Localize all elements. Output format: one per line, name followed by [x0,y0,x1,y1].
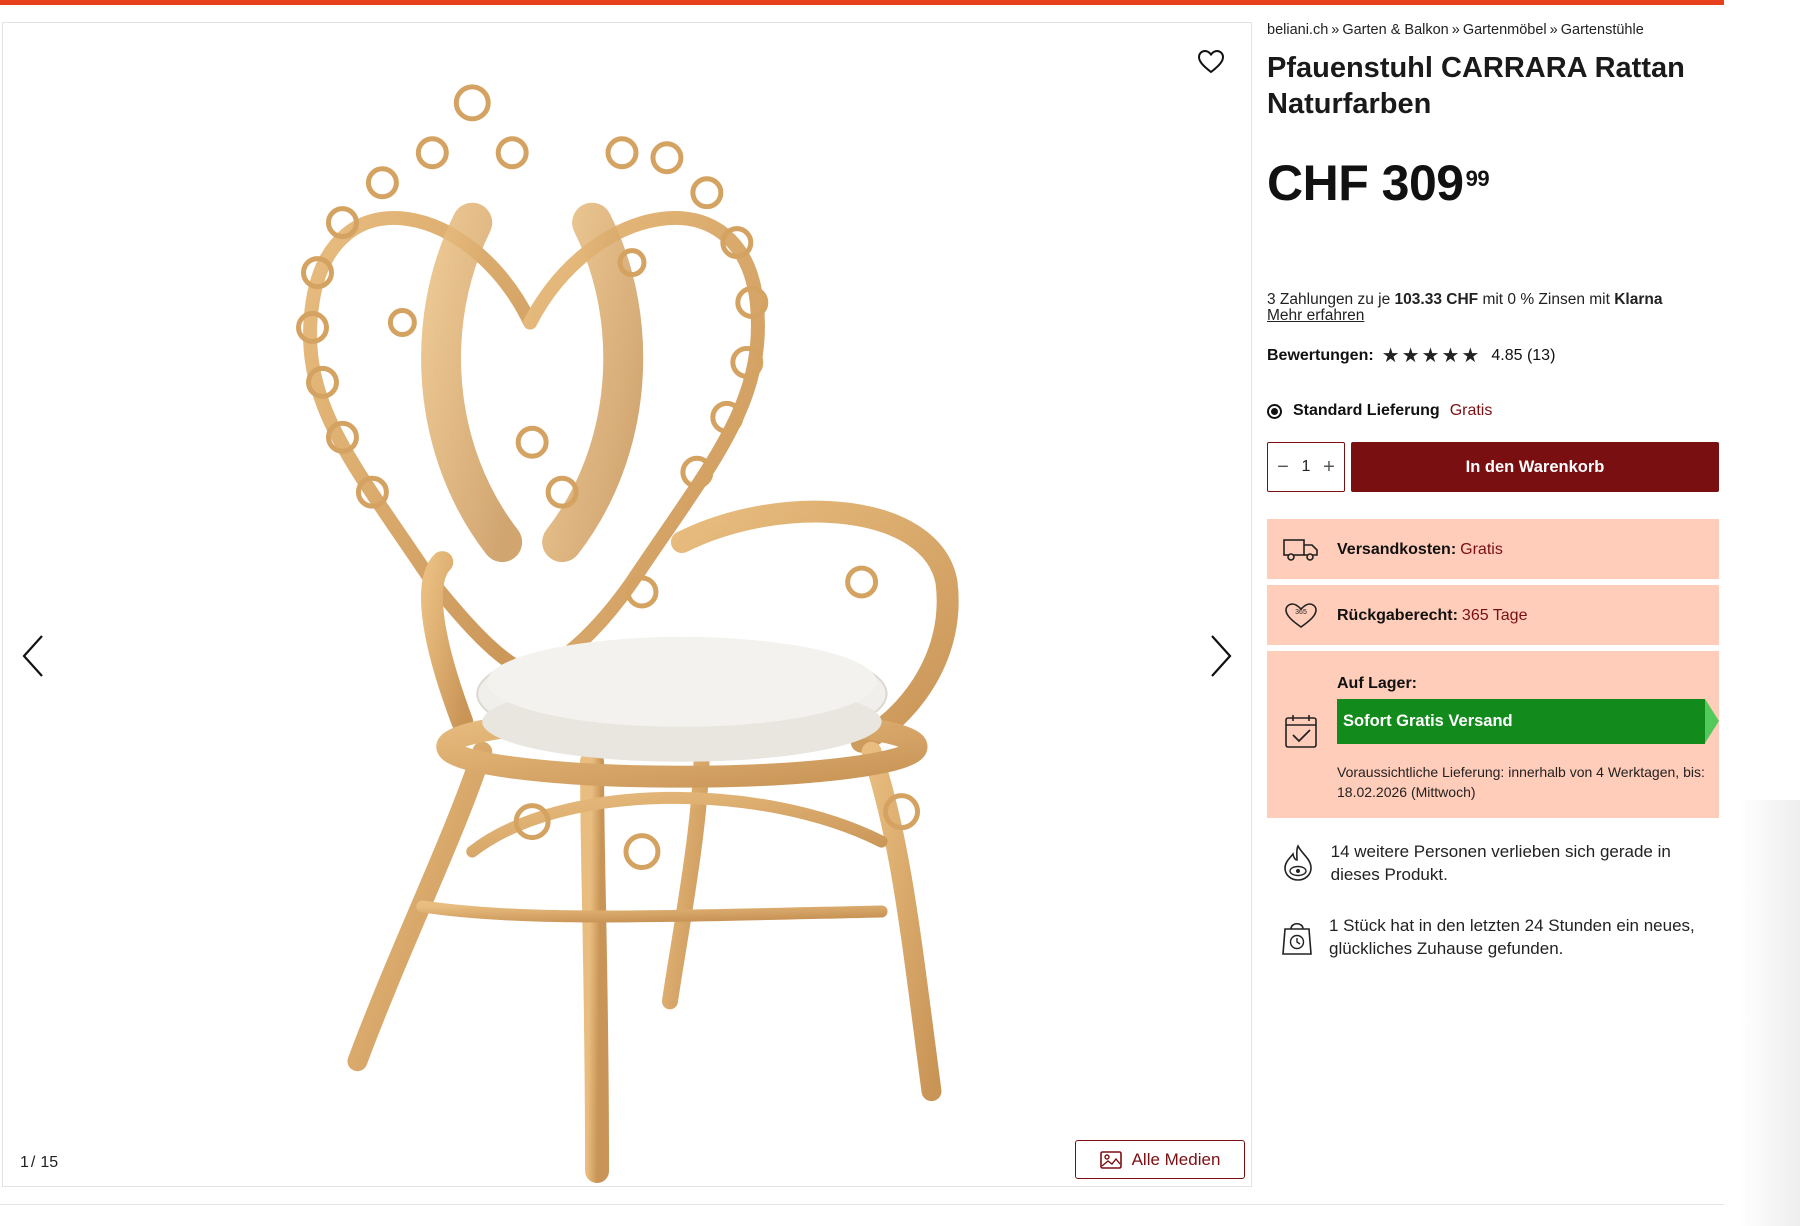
truck-icon [1281,537,1321,563]
klarna-learn-more-link[interactable]: Mehr erfahren [1267,308,1719,324]
quantity-input[interactable] [1294,458,1318,476]
social-proof-love: 14 weitere Personen verlieben sich gerad… [1267,840,1719,886]
breadcrumb-item-home[interactable]: beliani.ch [1267,22,1328,38]
buy-row: − + In den Warenkorb [1267,442,1719,492]
top-accent-bar [0,0,1724,5]
shopping-bag-clock-icon [1281,918,1313,956]
klarna-prefix: 3 Zahlungen zu je [1267,291,1391,308]
calendar-check-icon [1281,713,1321,749]
rating-stars: ★ ★ ★ ★ ★ [1382,346,1480,366]
wishlist-heart-button[interactable] [1193,45,1229,79]
star-icon: ★ [1441,345,1460,367]
rating-label: Bewertungen: [1267,347,1374,364]
all-media-button[interactable]: Alle Medien [1075,1140,1245,1179]
klarna-brand: Klarna [1614,291,1663,308]
quantity-decrease-button[interactable]: − [1274,456,1292,479]
price-main: CHF 309 [1267,155,1464,211]
product-info-panel: beliani.ch» Garten & Balkon» Gartenmöbel» G… [1267,22,1719,960]
klarna-amount: 103.33 CHF [1394,291,1479,308]
chevron-left-icon [22,635,43,677]
breadcrumb-separator: » [1451,22,1460,38]
edge-shadow [1740,800,1800,1226]
klarna-installments: 3 Zahlungen zu je 103.33 CHF mit 0 % Zin… [1267,292,1719,324]
quantity-increase-button[interactable]: + [1320,456,1338,479]
stock-banner: Sofort Gratis Versand [1337,699,1719,744]
product-image [296,84,959,1184]
gallery-counter-separator: / [30,1154,36,1171]
gallery-counter: 1/15 [20,1154,58,1172]
delivery-option[interactable]: Standard Lieferung Gratis [1267,402,1719,420]
star-icon: ★ [1421,345,1440,367]
all-media-label: Alle Medien [1131,1149,1221,1169]
product-price: CHF 30999 [1267,156,1719,210]
return-heart-icon: 365 [1281,602,1321,630]
add-to-cart-button[interactable]: In den Warenkorb [1351,442,1719,492]
gallery-current-index: 1 [20,1154,29,1171]
stock-label: Auf Lager: [1337,675,1417,692]
social-sold-text: 1 Stück hat in den letzten 24 Stunden ei… [1329,916,1695,958]
breadcrumb-item-furniture[interactable]: Gartenmöbel [1463,22,1547,38]
quantity-stepper[interactable]: − + [1267,442,1345,492]
klarna-middle: mit 0 % Zinsen mit [1482,291,1610,308]
flame-eye-icon [1281,844,1315,882]
stock-info-box: Auf Lager: Sofort Gratis Versand Vorauss… [1267,651,1719,818]
shipping-value: Gratis [1460,540,1503,558]
star-icon: ★ [1381,345,1400,367]
shipping-info-box: Versandkosten: Gratis [1267,519,1719,579]
image-icon [1099,1150,1122,1169]
gallery-next-button[interactable] [1201,628,1241,684]
delivery-option-price: Gratis [1449,402,1493,419]
return-label: Rückgaberecht: [1337,606,1458,624]
delivery-option-name: Standard Lieferung [1293,402,1440,419]
gallery-total-count: 15 [40,1154,59,1171]
gallery-prev-button[interactable] [13,628,53,684]
heart-icon [1198,50,1224,74]
product-title: Pfauenstuhl CARRARA Rattan Naturfarben [1267,52,1685,120]
star-icon: ★ [1461,345,1480,367]
breadcrumb-item-chairs[interactable]: Gartenstühle [1561,22,1644,38]
delivery-radio[interactable] [1267,403,1282,419]
return-value: 365 Tage [1461,606,1528,624]
social-proof-sold: 1 Stück hat in den letzten 24 Stunden ei… [1267,914,1719,960]
shipping-label: Versandkosten: [1337,540,1457,558]
return-info-box: 365 Rückgaberecht: 365 Tage [1267,585,1719,645]
delivery-estimate: Voraussichtliche Lieferung: innerhalb vo… [1337,764,1705,800]
breadcrumb-separator: » [1331,22,1340,38]
product-gallery[interactable]: 1/15 Alle Medien [2,22,1252,1187]
breadcrumb-separator: » [1549,22,1558,38]
chevron-right-icon [1211,635,1232,677]
price-cents: 99 [1465,166,1490,191]
return-badge-text: 365 [1295,609,1307,616]
breadcrumb: beliani.ch» Garten & Balkon» Gartenmöbel» G… [1267,22,1719,38]
breadcrumb-item-garden[interactable]: Garten & Balkon [1342,22,1448,38]
rating-value: 4.85 (13) [1491,347,1556,364]
rating-row[interactable]: Bewertungen: ★ ★ ★ ★ ★ 4.85 (13) [1267,346,1719,366]
social-love-text: 14 weitere Personen verlieben sich gerad… [1330,842,1671,884]
star-icon: ★ [1401,345,1420,367]
section-divider [0,1204,1724,1205]
